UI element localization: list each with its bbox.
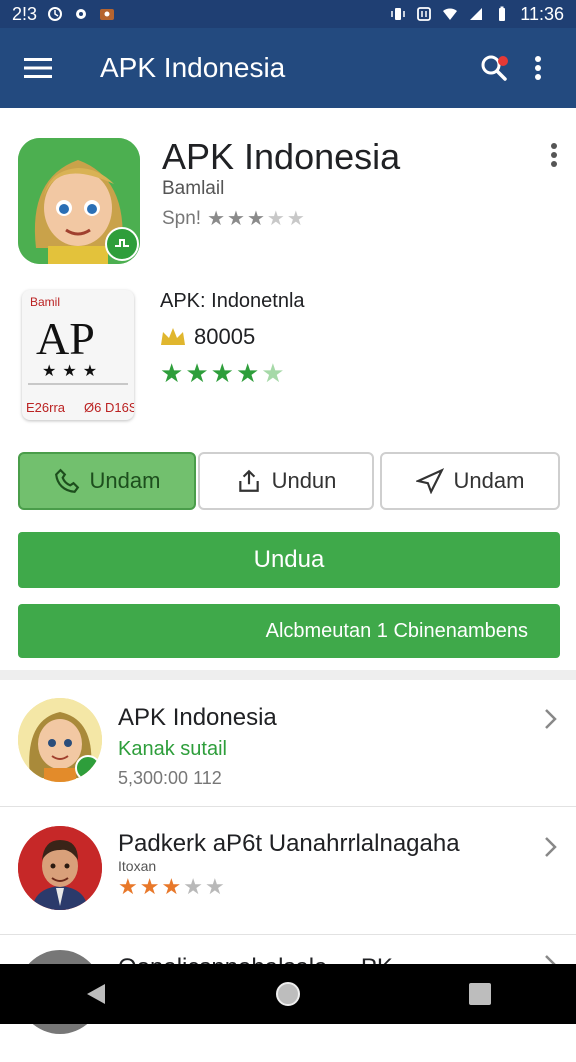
list-item[interactable]: Padkerk aP6t Uanahrrlalnagaha Itoxan ★★★… (0, 808, 576, 935)
recents-icon[interactable] (460, 974, 500, 1014)
star-filled-icon: ★ (235, 358, 262, 388)
star-filled-icon: ★ (207, 208, 228, 230)
vibrate-icon (391, 8, 406, 20)
chevron-right-icon (544, 836, 558, 863)
star-filled-icon: ★ (139, 874, 162, 899)
app-developer: Bamlail (162, 178, 225, 199)
app2-icon-logo: AP (36, 313, 95, 364)
app2-stars: ★★★★★ (160, 358, 287, 389)
signal-icon (470, 8, 483, 20)
settings-icon (76, 9, 87, 19)
star-filled-icon: ★ (160, 358, 186, 388)
segment-button-3[interactable]: Undam (380, 452, 560, 510)
star-filled-icon: ★ (185, 358, 211, 388)
status-bar: 2!3 11:36 (0, 0, 576, 28)
app-bar: APK Indonesia (0, 28, 576, 108)
list-item-meta: 5,300:00 112 (118, 768, 222, 788)
star-filled-icon: ★ (210, 358, 236, 388)
phone-icon (54, 468, 79, 493)
list-item-title: APK Indonesia (118, 704, 277, 731)
home-icon[interactable] (268, 974, 308, 1014)
app2-title: APK: Indonetnla (160, 290, 305, 312)
app-icon-apk[interactable]: Bamil AP ★★★ E26rra Ø6 D16S (22, 290, 138, 420)
card-more-icon[interactable] (550, 142, 558, 173)
crown-icon (161, 328, 185, 345)
app-details-card: APK Indonesia Bamlail Spn! ★★★★★ Bamil A… (0, 108, 576, 670)
share-icon (238, 469, 259, 492)
star-filled-icon: ★ (161, 874, 184, 899)
system-nav-bar (0, 964, 576, 1024)
status-time: 11:36 (520, 3, 564, 24)
app2-downloads: 80005 (160, 324, 255, 350)
star-filled-icon: ★ (227, 208, 247, 230)
app2-icon-bottom-left: E26rra (26, 400, 66, 415)
hamburger-icon[interactable] (16, 46, 60, 90)
back-icon[interactable] (76, 974, 116, 1014)
notification-dot (498, 56, 508, 66)
battery-icon (499, 6, 506, 21)
app-bar-title: APK Indonesia (100, 52, 286, 83)
app-icon-girl[interactable] (18, 138, 140, 264)
wifi-icon (443, 8, 458, 20)
star-filled-icon: ★ (118, 874, 140, 899)
app-rating: Spn! ★★★★★ (162, 206, 307, 231)
send-icon (415, 468, 444, 494)
star-empty-icon: ★ (204, 874, 227, 899)
hero-stars: ★★★★★ (207, 206, 307, 231)
star-empty-icon: ★ (183, 874, 205, 899)
more-vert-icon[interactable] (516, 46, 560, 90)
segment-label-1: Undam (89, 468, 161, 493)
app-title: APK Indonesia (162, 136, 401, 177)
nfc-icon (417, 7, 432, 21)
app2-icon-bottom-right: Ø6 D16S (84, 400, 134, 415)
avatar (18, 698, 102, 782)
list-item-stars: ★★★★★ (118, 874, 227, 900)
list-item[interactable]: APK Indonesia Kanak sutail 5,300:00 112 (0, 680, 576, 807)
segment-button-2[interactable]: Undun (198, 452, 374, 510)
photo-icon (100, 9, 115, 20)
star-filled-icon: ★ (246, 208, 267, 230)
search-icon[interactable] (472, 46, 516, 90)
app2-downloads-value: 80005 (194, 324, 256, 349)
list-item-title: Padkerk aP6t Uanahrrlalnagaha (118, 830, 460, 857)
segment-label-2: Undun (271, 468, 337, 493)
app2-icon-top-label: Bamil (30, 295, 60, 309)
avatar (18, 826, 102, 910)
status-left: 2!3 (12, 4, 115, 25)
segment-label-3: Undam (453, 468, 525, 493)
list-item-subtitle: Itoxan (118, 858, 157, 874)
status-right: 11:36 (390, 4, 564, 25)
primary-download-button[interactable]: Undua (18, 532, 560, 588)
secondary-button[interactable]: Alcbmeutan 1 Cbinenambens (18, 604, 560, 658)
status-left-text: 2!3 (12, 3, 38, 24)
svg-text:★★★: ★★★ (42, 363, 103, 380)
rating-prefix: Spn! (162, 207, 202, 229)
list-item-subtitle: Kanak sutail (118, 738, 227, 760)
segment-button-1[interactable]: Undam (18, 452, 196, 510)
chevron-right-icon (544, 708, 558, 735)
clock-icon (48, 7, 63, 21)
star-empty-icon: ★ (266, 208, 287, 230)
star-empty-icon: ★ (286, 208, 307, 230)
star-empty-icon: ★ (261, 358, 287, 388)
section-divider (0, 670, 576, 680)
